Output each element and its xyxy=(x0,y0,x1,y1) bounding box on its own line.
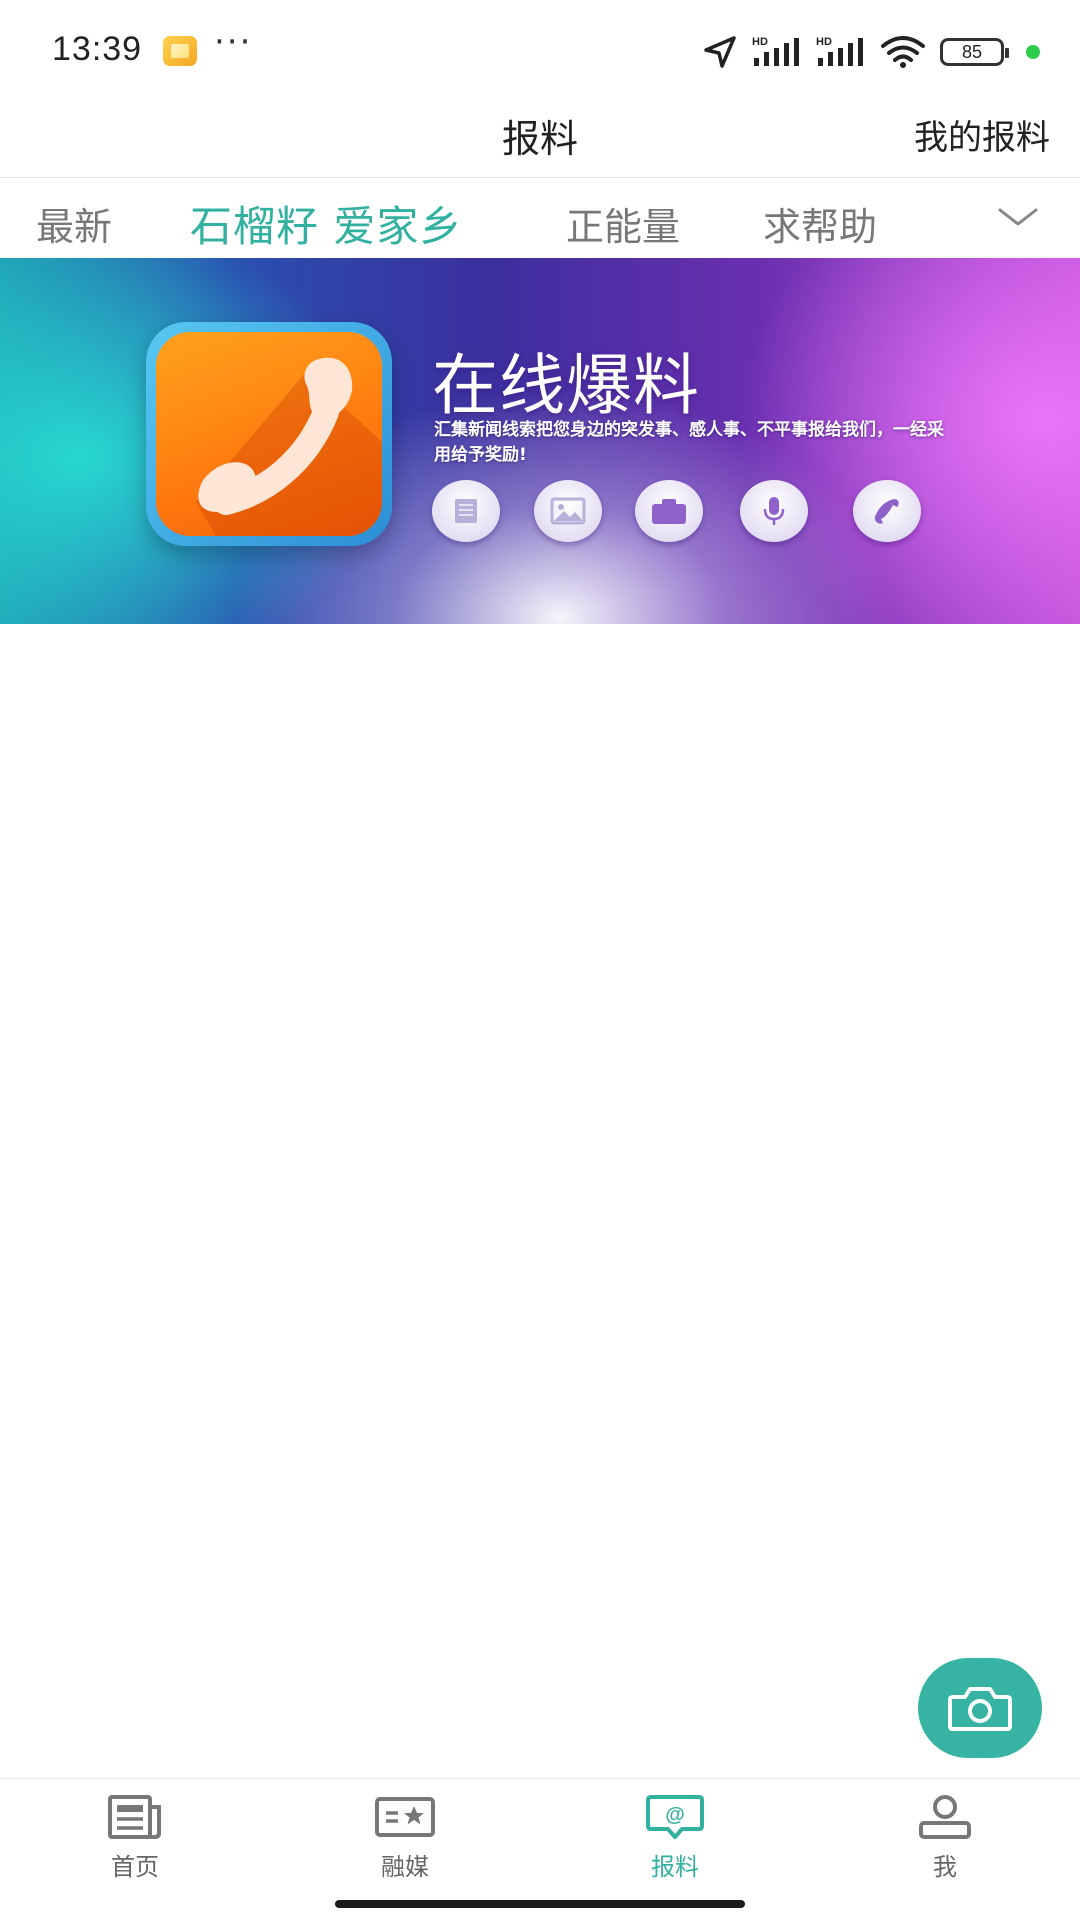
nav-me[interactable]: 我 xyxy=(875,1793,1015,1882)
signal-hd-label-2: HD xyxy=(816,36,832,48)
location-arrow-icon xyxy=(704,36,736,68)
wifi-icon xyxy=(881,36,925,68)
gallery-notification-icon xyxy=(163,36,197,66)
news-icon xyxy=(108,1795,161,1839)
camera-icon xyxy=(948,1687,1012,1731)
microphone-icon xyxy=(740,480,808,542)
image-icon xyxy=(534,480,602,542)
signal-hd-icon-1: HD xyxy=(752,36,799,66)
media-card-icon xyxy=(375,1797,435,1837)
my-reports-link[interactable]: 我的报料 xyxy=(914,110,1050,159)
tab-ask-help[interactable]: 求帮助 xyxy=(763,196,877,251)
banner-description: 汇集新闻线索把您身边的突发事、感人事、不平事报给我们，一经采用给予奖励! xyxy=(434,420,944,465)
tab-latest[interactable]: 最新 xyxy=(36,196,112,251)
privacy-indicator-dot xyxy=(1026,45,1040,59)
chevron-down-icon[interactable] xyxy=(996,200,1040,234)
nav-media[interactable]: 融媒 xyxy=(335,1793,475,1882)
nav-media-label: 融媒 xyxy=(381,1853,429,1881)
phone-app-icon xyxy=(146,322,392,546)
status-icons: HD HD 85 xyxy=(702,32,1040,72)
bottom-navigation: 首页 融媒 @ 报料 我 xyxy=(0,1778,1080,1920)
tab-hometown[interactable]: 石榴籽 爱家乡 xyxy=(190,193,462,254)
video-camera-icon xyxy=(635,480,703,542)
phone-icon xyxy=(853,480,921,542)
battery-icon: 85 xyxy=(940,38,1009,66)
signal-hd-icon-2: HD xyxy=(816,36,863,66)
nav-report[interactable]: @ 报料 xyxy=(605,1793,745,1882)
report-chat-icon: @ xyxy=(646,1795,704,1839)
nav-report-label: 报料 xyxy=(651,1853,699,1881)
status-bar: 13:39 ··· HD HD 85 xyxy=(0,0,1080,100)
svg-text:@: @ xyxy=(665,1804,685,1826)
more-notifications-icon: ··· xyxy=(214,22,253,62)
report-banner[interactable]: 在线爆料 汇集新闻线索把您身边的突发事、感人事、不平事报给我们，一经采用给予奖励… xyxy=(0,258,1080,624)
banner-title: 在线爆料 xyxy=(432,347,700,424)
nav-home[interactable]: 首页 xyxy=(65,1793,205,1882)
nav-home-label: 首页 xyxy=(111,1853,159,1881)
text-icon xyxy=(432,480,500,542)
status-time: 13:39 xyxy=(52,30,143,68)
camera-fab-button[interactable] xyxy=(918,1658,1042,1758)
home-indicator[interactable] xyxy=(335,1900,745,1908)
category-tabs: 最新 石榴籽 爱家乡 正能量 求帮助 xyxy=(0,178,1080,258)
tab-positive-energy[interactable]: 正能量 xyxy=(566,196,680,251)
nav-me-label: 我 xyxy=(933,1853,957,1881)
top-header: 报料 我的报料 xyxy=(0,100,1080,178)
user-icon xyxy=(919,1795,971,1839)
signal-hd-label-1: HD xyxy=(752,36,768,48)
